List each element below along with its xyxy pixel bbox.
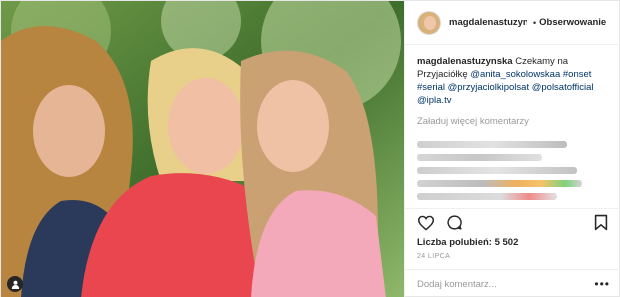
blurred-comments (405, 141, 620, 200)
caption-text: magdalenastuzynska Czekamy na Przyjaciół… (417, 55, 611, 107)
blurred-comment (417, 141, 567, 148)
user-silhouette-icon (11, 280, 19, 289)
post-photo[interactable] (1, 1, 404, 297)
hashtag-link[interactable]: #onset (563, 69, 592, 80)
like-button[interactable] (415, 212, 437, 234)
heart-icon (417, 215, 435, 231)
mention-link[interactable]: @anita_sokolowskaa (470, 69, 560, 80)
hashtag-link[interactable]: #serial (417, 82, 445, 93)
avatar-image (418, 11, 440, 34)
user-tag-icon[interactable] (7, 276, 23, 292)
post-date[interactable]: 24 LIPCA (417, 253, 450, 260)
blurred-comment (417, 154, 542, 161)
save-button[interactable] (590, 212, 612, 234)
blurred-comment (417, 193, 557, 200)
caption-username-link[interactable]: magdalenastuzynska (417, 56, 513, 67)
post-photo-image (1, 1, 404, 297)
mention-link[interactable]: @ipla.tv (417, 95, 451, 106)
post-header: magdalenastuzyns • Obserwowanie (405, 1, 620, 45)
blurred-comment (417, 167, 577, 174)
post-sidebar: magdalenastuzyns • Obserwowanie magdalen… (404, 1, 620, 297)
add-comment-form: ••• (405, 269, 620, 297)
instagram-post: magdalenastuzyns • Obserwowanie magdalen… (0, 0, 620, 297)
load-more-comments-link[interactable]: Załaduj więcej komentarzy (417, 115, 611, 128)
header-separator: • (533, 17, 537, 28)
blurred-comment (417, 180, 582, 187)
comment-input[interactable] (417, 278, 595, 290)
following-button[interactable]: Obserwowanie (539, 17, 606, 28)
bookmark-icon (594, 214, 608, 231)
avatar[interactable] (417, 10, 441, 35)
mention-link[interactable]: @przyjaciolkipolsat (448, 82, 529, 93)
header-username-link[interactable]: magdalenastuzyns (449, 17, 527, 28)
comment-button[interactable] (443, 212, 465, 234)
mention-link[interactable]: @polsatofficial (532, 82, 594, 93)
comment-icon (446, 215, 462, 230)
more-options-icon[interactable]: ••• (594, 277, 610, 291)
likes-count[interactable]: Liczba polubień: 5 502 (417, 237, 518, 248)
post-actions (405, 208, 620, 236)
post-caption: magdalenastuzynska Czekamy na Przyjaciół… (405, 45, 620, 141)
